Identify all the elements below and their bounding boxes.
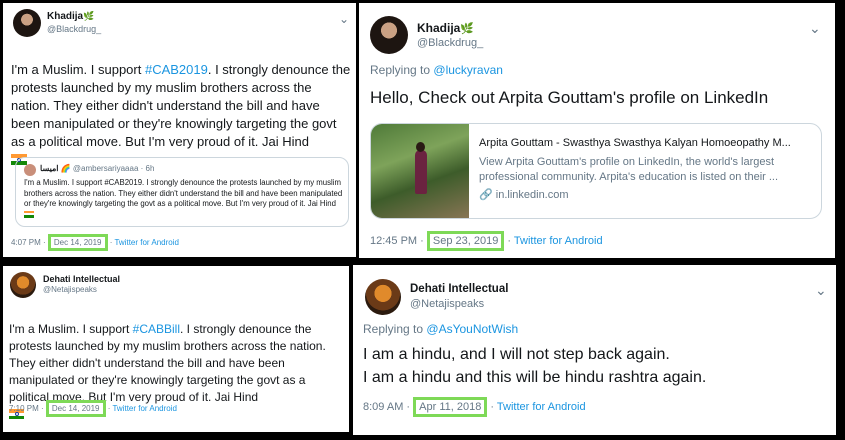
quoted-handle: @ambersariyaaaa · 6h xyxy=(72,164,155,173)
tweet-card-khadija-reply: Khadija🌿 @Blackdrug_ ⌄ Replying to @luck… xyxy=(359,3,835,258)
tweet-meta: 12:45 PM · Sep 23, 2019 · Twitter for An… xyxy=(370,231,603,251)
chevron-down-icon[interactable]: ⌄ xyxy=(339,13,349,25)
hashtag-link[interactable]: #CABBill xyxy=(133,322,180,336)
link-preview-card[interactable]: Arpita Gouttam - Swasthya Swasthya Kalya… xyxy=(370,123,822,219)
quoted-tweet[interactable]: امیسا 🌈 @ambersariyaaaa · 6h I'm a Musli… xyxy=(15,157,349,227)
user-handle[interactable]: @Netajispeaks xyxy=(410,298,484,310)
chevron-down-icon[interactable]: ⌄ xyxy=(815,283,827,297)
avatar[interactable] xyxy=(10,272,36,298)
tweet-time: 12:45 PM xyxy=(370,235,418,247)
quoted-text: I'm a Muslim. I support #CAB2019. I stro… xyxy=(24,178,346,220)
hashtag-link[interactable]: #CAB2019 xyxy=(145,62,208,77)
leaf-icon: 🌿 xyxy=(460,23,475,35)
tweet-text: I'm a Muslim. I support #CAB2019. I stro… xyxy=(11,43,351,169)
tweet-card-dehati-cab: Dehati Intellectual @Netajispeaks I'm a … xyxy=(3,266,349,432)
tweet-date-highlighted[interactable]: Dec 14, 2019 xyxy=(47,234,108,251)
link-icon: 🔗 xyxy=(479,189,493,201)
user-handle[interactable]: @Blackdrug_ xyxy=(47,24,101,34)
link-preview-image xyxy=(371,124,469,218)
tweet-date-highlighted[interactable]: Dec 14, 2019 xyxy=(45,400,106,417)
tweet-time: 4:07 PM xyxy=(11,238,41,247)
tweet-date-highlighted[interactable]: Apr 11, 2018 xyxy=(413,397,488,417)
user-handle[interactable]: @Netajispeaks xyxy=(43,285,97,294)
quoted-display-name: امیسا 🌈 xyxy=(40,164,71,173)
replying-to-handle[interactable]: @luckyravan xyxy=(433,63,503,77)
tweet-time: 7:10 PM xyxy=(9,404,39,413)
tweet-source[interactable]: Twitter for Android xyxy=(114,238,178,247)
tweet-card-khadija-cab: Khadija🌿 @Blackdrug_ ⌄ I'm a Muslim. I s… xyxy=(3,3,356,257)
display-name[interactable]: Dehati Intellectual xyxy=(410,283,508,295)
tweet-date-highlighted[interactable]: Sep 23, 2019 xyxy=(426,231,505,251)
tweet-text-line-1: I am a hindu, and I will not step back a… xyxy=(363,346,670,363)
tweet-meta: 4:07 PM · Dec 14, 2019 · Twitter for And… xyxy=(11,234,179,251)
avatar[interactable] xyxy=(13,9,41,37)
link-preview-title: Arpita Gouttam - Swasthya Swasthya Kalya… xyxy=(479,137,791,149)
chevron-down-icon[interactable]: ⌄ xyxy=(809,21,821,35)
tweet-meta: 8:09 AM · Apr 11, 2018 · Twitter for And… xyxy=(363,397,586,417)
tweet-text: Hello, Check out Arpita Gouttam's profil… xyxy=(370,88,769,107)
leaf-icon: 🌿 xyxy=(83,11,95,21)
display-name[interactable]: Khadija🌿 xyxy=(47,11,94,22)
avatar[interactable] xyxy=(370,16,408,54)
tweet-time: 8:09 AM xyxy=(363,401,404,413)
tweet-source[interactable]: Twitter for Android xyxy=(514,235,603,247)
user-handle[interactable]: @Blackdrug_ xyxy=(417,37,483,49)
replying-to-handle[interactable]: @AsYouNotWish xyxy=(426,322,518,336)
tweet-source[interactable]: Twitter for Android xyxy=(112,404,176,413)
tweet-card-dehati-reply: Dehati Intellectual @Netajispeaks ⌄ Repl… xyxy=(353,265,836,435)
replying-to: Replying to @AsYouNotWish xyxy=(363,322,519,336)
india-flag-icon xyxy=(24,210,34,218)
link-preview-description: View Arpita Gouttam's profile on LinkedI… xyxy=(479,156,779,183)
link-preview-domain: 🔗 in.linkedin.com xyxy=(479,189,569,201)
replying-to: Replying to @luckyravan xyxy=(370,63,503,77)
display-name[interactable]: Dehati Intellectual xyxy=(43,274,120,284)
quoted-avatar xyxy=(24,164,36,176)
tweet-text-line-2: I am a hindu and this will be hindu rash… xyxy=(363,369,707,386)
display-name[interactable]: Khadija🌿 xyxy=(417,21,474,35)
tweet-meta: 7:10 PM · Dec 14, 2019 · Twitter for And… xyxy=(9,400,177,417)
tweet-source[interactable]: Twitter for Android xyxy=(497,401,586,413)
avatar[interactable] xyxy=(365,279,401,315)
